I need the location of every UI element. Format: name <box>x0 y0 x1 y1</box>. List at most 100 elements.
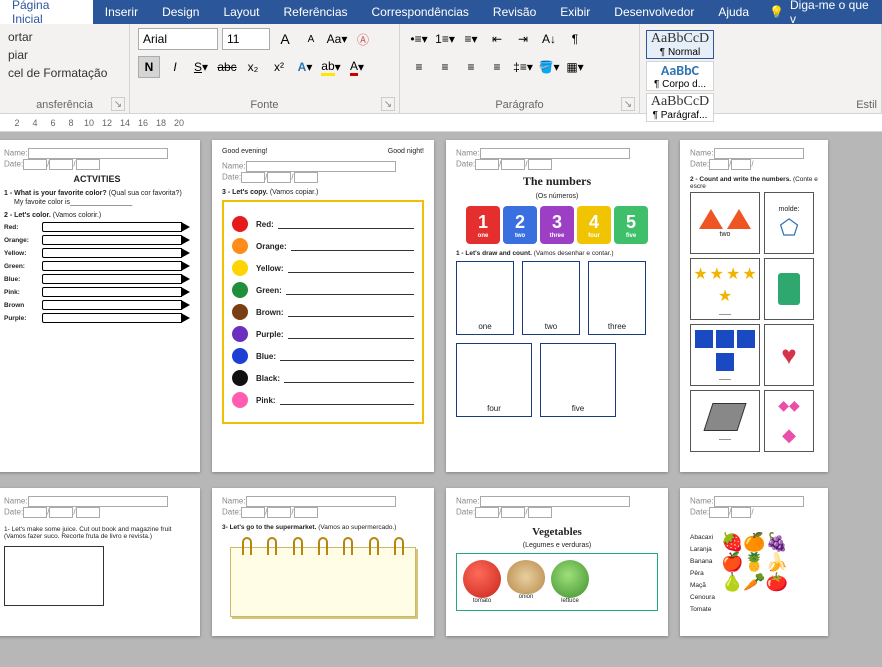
indent-icon: ⇥ <box>518 32 528 46</box>
bullets-icon: •≡ <box>410 32 421 46</box>
indent-button[interactable]: ⇥ <box>512 28 534 50</box>
tell-me-label: Diga-me o que v <box>790 0 874 26</box>
group-styles: AaBbCcD ¶ Normal AaBbC ¶ Corpo d... AaBb… <box>640 24 882 113</box>
q-super: 3- Let's go to the supermarket. (Vamos a… <box>222 524 424 531</box>
style-paragraf[interactable]: AaBbCcD ¶ Parágraf... <box>646 93 714 122</box>
juice-text: 1- Let's make some juice. Cut out book a… <box>4 526 190 540</box>
page-thumb-shapes[interactable]: Name: Date:// 2 - Count and write the nu… <box>680 140 828 472</box>
align-left-button[interactable]: ≡ <box>408 56 430 78</box>
tab-design[interactable]: Design <box>150 0 211 24</box>
shading-button[interactable]: 🪣▾ <box>538 56 560 78</box>
color-frame: Red: Orange: Yellow: Green: Brown: Purpl… <box>222 200 424 424</box>
borders-button[interactable]: ▦▾ <box>564 56 586 78</box>
tell-me[interactable]: 💡 Diga-me o que v <box>761 0 882 26</box>
outdent-button[interactable]: ⇤ <box>486 28 508 50</box>
text-effects-icon: A <box>298 60 307 74</box>
veg-grid: tomato onion lettuce <box>456 553 658 611</box>
page-header: Name: Date:// <box>690 496 818 518</box>
align-center-icon: ≡ <box>441 60 448 74</box>
tab-referencias[interactable]: Referências <box>271 0 359 24</box>
page-header: Name: Date:// <box>222 161 424 183</box>
justify-button[interactable]: ≡ <box>486 56 508 78</box>
borders-icon: ▦ <box>566 60 577 74</box>
ruler-tick: 18 <box>152 118 170 128</box>
font-launcher[interactable]: ↘ <box>381 97 395 111</box>
font-color-button[interactable]: A▾ <box>346 56 368 78</box>
numbering-button[interactable]: 1≡▾ <box>434 28 456 50</box>
document-workspace[interactable]: Name: Date:// ACTVITIES 1 - What is your… <box>0 132 882 667</box>
numbers-title: The numbers <box>456 174 658 189</box>
tab-correspondencias[interactable]: Correspondências <box>360 0 481 24</box>
tab-ajuda[interactable]: Ajuda <box>706 0 761 24</box>
tab-pagina-inicial[interactable]: Página Inicial <box>0 0 93 24</box>
ruler-tick: 12 <box>98 118 116 128</box>
ruler-tick: 2 <box>8 118 26 128</box>
ruler-tick: 4 <box>26 118 44 128</box>
juice-box <box>4 546 104 606</box>
clear-formatting-button[interactable]: Ⓐ <box>352 28 374 50</box>
q-draw: 1 - Let's draw and count. (Vamos desenha… <box>456 250 658 257</box>
tab-inserir[interactable]: Inserir <box>93 0 150 24</box>
sort-button[interactable]: A↓ <box>538 28 560 50</box>
tab-desenvolvedor[interactable]: Desenvolvedor <box>602 0 706 24</box>
style-normal[interactable]: AaBbCcD ¶ Normal <box>646 30 714 59</box>
tab-exibir[interactable]: Exibir <box>548 0 602 24</box>
group-label-paragraph: Parágrafo <box>400 99 639 111</box>
q2: 2 - Let's color. (Vamos colorir.) <box>4 212 190 219</box>
page-thumb-colors[interactable]: Good evening!Good night! Name: Date:// 3… <box>212 140 434 472</box>
q-count: 2 - Count and write the numbers. (Conte … <box>690 176 818 190</box>
tab-revisao[interactable]: Revisão <box>481 0 548 24</box>
align-right-button[interactable]: ≡ <box>460 56 482 78</box>
copy-button[interactable]: piar <box>8 46 121 64</box>
underline-button[interactable]: S▾ <box>190 56 212 78</box>
page-thumb-fruits[interactable]: Name: Date:// AbacaxiLaranjaBanana PêraM… <box>680 488 828 636</box>
align-right-icon: ≡ <box>467 60 474 74</box>
numbering-icon: 1≡ <box>435 32 449 46</box>
ruler[interactable]: 2 4 6 8 10 12 14 16 18 20 <box>0 114 882 132</box>
font-size-combo[interactable] <box>222 28 270 50</box>
font-name-combo[interactable] <box>138 28 218 50</box>
a1: My favoite color is________________ <box>14 199 190 206</box>
text-effects-button[interactable]: A▾ <box>294 56 316 78</box>
align-center-button[interactable]: ≡ <box>434 56 456 78</box>
line-spacing-button[interactable]: ‡≡▾ <box>512 56 534 78</box>
subscript-button[interactable]: x₂ <box>242 56 264 78</box>
highlight-button[interactable]: ab▾ <box>320 56 342 78</box>
change-case-button[interactable]: Aa▾ <box>326 28 348 50</box>
bold-button[interactable]: N <box>138 56 160 78</box>
numbers-sub: (Os números) <box>456 193 658 200</box>
italic-button[interactable]: I <box>164 56 186 78</box>
page-thumb-supermarket[interactable]: Name: Date:// 3- Let's go to the superma… <box>212 488 434 636</box>
outdent-icon: ⇤ <box>492 32 502 46</box>
greetings: Good evening!Good night! <box>222 148 424 155</box>
bullets-button[interactable]: •≡▾ <box>408 28 430 50</box>
grow-font-button[interactable]: A <box>274 28 296 50</box>
page-thumb-vegetables[interactable]: Name: Date:// Vegetables (Legumes e verd… <box>446 488 668 636</box>
shrink-font-button[interactable]: A <box>300 28 322 50</box>
pilcrow-icon: ¶ <box>572 32 578 46</box>
sort-icon: A↓ <box>542 32 556 46</box>
style-corpo[interactable]: AaBbC ¶ Corpo d... <box>646 61 714 91</box>
pencil-list: Red: Orange: Yellow: Green: Blue: Pink: … <box>4 222 190 323</box>
show-marks-button[interactable]: ¶ <box>564 28 586 50</box>
notepad-icon <box>222 537 424 617</box>
superscript-button[interactable]: x² <box>268 56 290 78</box>
italic-icon: I <box>173 60 176 74</box>
page-thumb-juice[interactable]: Name: Date:// 1- Let's make some juice. … <box>0 488 200 636</box>
q3: 3 - Let's copy. (Vamos copiar.) <box>222 189 424 196</box>
page-header: Name: Date:// <box>4 496 190 518</box>
strike-button[interactable]: abc <box>216 56 238 78</box>
format-painter-button[interactable]: cel de Formatação <box>8 64 121 82</box>
page-thumb-numbers[interactable]: Name: Date:// The numbers (Os números) 1… <box>446 140 668 472</box>
multilevel-button[interactable]: ≡▾ <box>460 28 482 50</box>
paragraph-launcher[interactable]: ↘ <box>621 97 635 111</box>
grow-font-icon: A <box>280 31 289 47</box>
tab-layout[interactable]: Layout <box>211 0 271 24</box>
ribbon-tabs: Página Inicial Inserir Design Layout Ref… <box>0 0 882 24</box>
page-thumb-activities[interactable]: Name: Date:// ACTVITIES 1 - What is your… <box>0 140 200 472</box>
page-header: Name: Date:// <box>456 148 658 170</box>
page-header: Name: Date:// <box>456 496 658 518</box>
style-paragraf-sample: AaBbCcD <box>651 94 709 110</box>
clipboard-launcher[interactable]: ↘ <box>111 97 125 111</box>
cut-button[interactable]: ortar <box>8 28 121 46</box>
